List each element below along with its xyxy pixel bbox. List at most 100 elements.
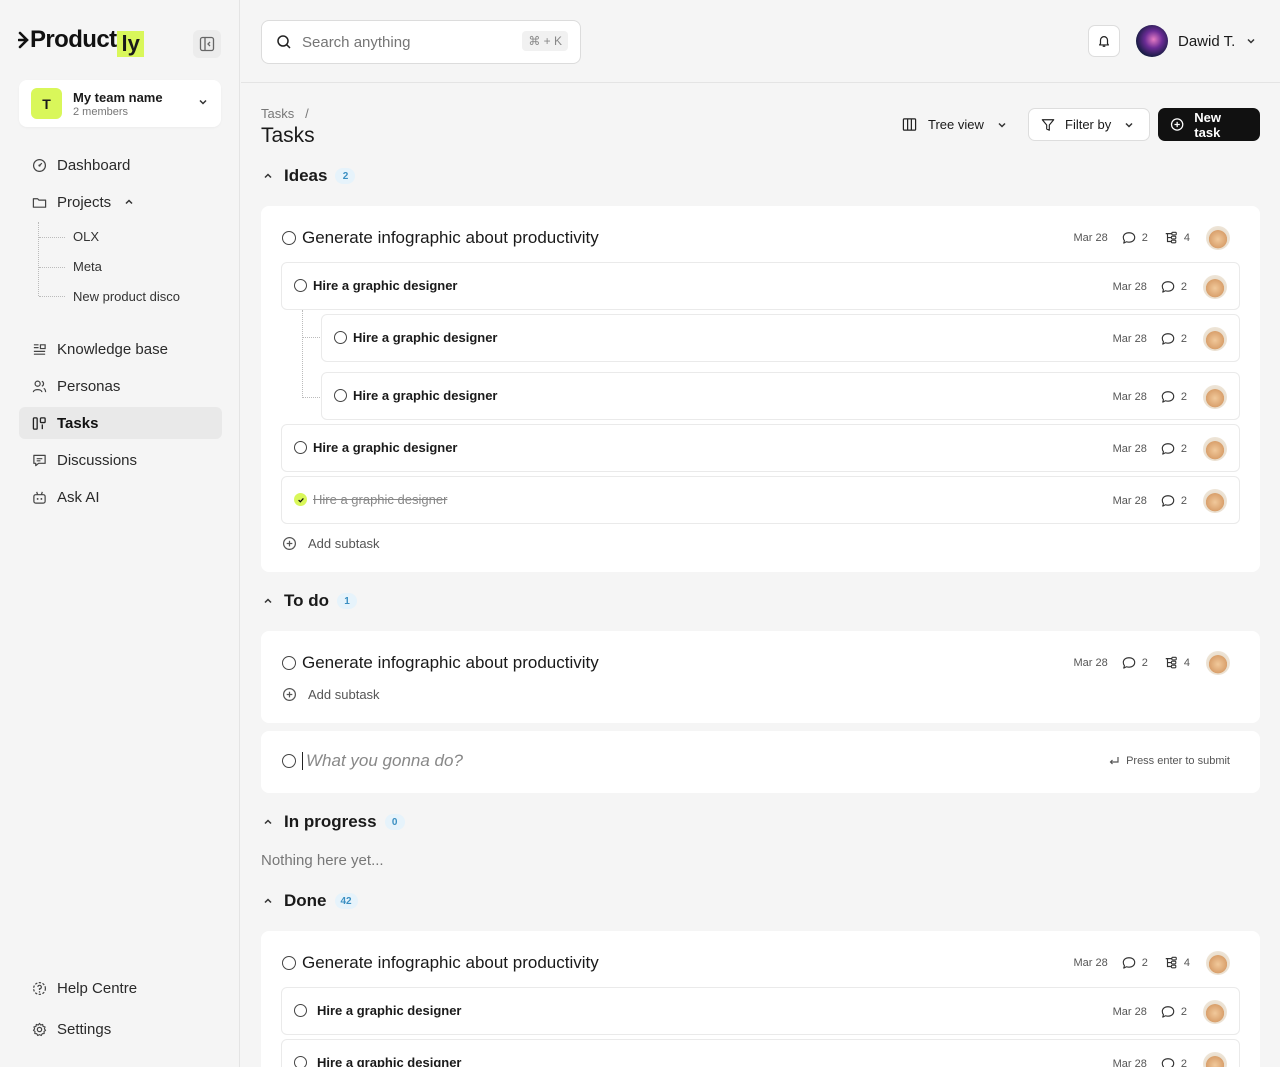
subtask-row-completed[interactable]: Hire a graphic designer Mar 28 2 — [281, 476, 1240, 524]
filter-by-button[interactable]: Filter by — [1028, 108, 1150, 141]
comment-icon — [1161, 391, 1175, 403]
comments-count[interactable]: 2 — [1161, 1057, 1187, 1067]
subtask-row[interactable]: Hire a graphic designer Mar 28 2 — [281, 987, 1240, 1035]
subtask-title: Hire a graphic designer — [317, 1003, 462, 1018]
user-name: Dawid T. — [1178, 32, 1236, 50]
comments-count[interactable]: 2 — [1161, 494, 1187, 508]
subtask-row[interactable]: Hire a graphic designer Mar 28 2 — [281, 1039, 1240, 1067]
subtask-meta: Mar 28 2 — [1113, 275, 1227, 299]
comments-count[interactable]: 2 — [1161, 280, 1187, 294]
subtasks-value: 4 — [1183, 657, 1190, 669]
collapse-sidebar-button[interactable] — [193, 30, 221, 58]
tree-view-dropdown[interactable]: Tree view — [902, 108, 1008, 141]
subtask-label: Hire a graphic designer — [294, 440, 458, 455]
sidebar-item-discussions[interactable]: Discussions — [19, 444, 222, 476]
project-item-meta[interactable]: Meta — [73, 259, 102, 274]
subtasks-count[interactable]: 4 — [1164, 231, 1190, 245]
new-task-button[interactable]: New task — [1158, 108, 1260, 141]
assignee-avatar[interactable] — [1203, 437, 1227, 461]
subtask-row[interactable]: Hire a graphic designer Mar 28 2 — [281, 424, 1240, 472]
task-checkbox[interactable] — [282, 231, 296, 245]
comments-count[interactable]: 2 — [1122, 231, 1148, 245]
comments-value: 2 — [1180, 1058, 1187, 1067]
assignee-avatar[interactable] — [1203, 385, 1227, 409]
sidebar-item-projects[interactable]: Projects — [19, 186, 222, 218]
subtasks-count[interactable]: 4 — [1164, 656, 1190, 670]
sidebar-item-knowledge-base[interactable]: Knowledge base — [19, 333, 222, 365]
assignee-avatar[interactable] — [1206, 226, 1230, 250]
group-title: Done — [284, 891, 327, 910]
app-logo[interactable]: Product ly — [18, 26, 144, 57]
add-subtask-label: Add subtask — [308, 687, 380, 702]
tree-connector — [302, 310, 303, 398]
task-title-row[interactable]: Generate infographic about productivity — [282, 953, 599, 973]
assignee-avatar[interactable] — [1203, 1000, 1227, 1024]
comments-count[interactable]: 2 — [1122, 956, 1148, 970]
group-title: To do — [284, 591, 329, 610]
subtasks-icon — [1165, 956, 1177, 969]
new-task-input[interactable]: What you gonna do? — [282, 751, 463, 771]
breadcrumb[interactable]: Tasks / — [261, 106, 309, 121]
tree-connector — [39, 267, 65, 268]
group-title: In progress — [284, 812, 377, 831]
comments-count[interactable]: 2 — [1161, 1005, 1187, 1019]
add-subtask-button[interactable]: Add subtask — [282, 536, 380, 551]
sidebar-item-ask-ai[interactable]: Ask AI — [19, 481, 222, 513]
comments-value: 2 — [1141, 957, 1148, 969]
subtask-meta: Mar 28 2 — [1113, 437, 1227, 461]
comments-count[interactable]: 2 — [1161, 442, 1187, 456]
add-subtask-button[interactable]: Add subtask — [282, 687, 380, 702]
search-input[interactable] — [302, 33, 502, 51]
folder-icon — [31, 194, 47, 210]
subtask-checkbox[interactable] — [334, 331, 347, 344]
plus-circle-icon — [1170, 118, 1184, 131]
sidebar-item-label: Personas — [57, 377, 121, 395]
sidebar-item-tasks[interactable]: Tasks — [19, 407, 222, 439]
subtask-checkbox[interactable] — [294, 1056, 307, 1067]
task-title-row[interactable]: Generate infographic about productivity — [282, 228, 599, 248]
submit-hint: Press enter to submit — [1108, 755, 1230, 767]
assignee-avatar[interactable] — [1206, 651, 1230, 675]
subtask-checkbox[interactable] — [334, 389, 347, 402]
user-menu[interactable]: Dawid T. — [1136, 25, 1257, 57]
group-title: Ideas — [284, 166, 328, 185]
assignee-avatar[interactable] — [1203, 275, 1227, 299]
subtasks-count[interactable]: 4 — [1164, 956, 1190, 970]
task-checkbox[interactable] — [282, 656, 296, 670]
assignee-avatar[interactable] — [1203, 1052, 1227, 1067]
task-meta: Mar 28 2 4 — [1074, 226, 1230, 250]
sidebar-item-label: Settings — [57, 1020, 112, 1038]
project-item-olx[interactable]: OLX — [73, 229, 99, 244]
subtask-row[interactable]: Hire a graphic designer Mar 28 2 — [321, 372, 1240, 420]
task-title-row[interactable]: Generate infographic about productivity — [282, 653, 599, 673]
sidebar-item-personas[interactable]: Personas — [19, 370, 222, 402]
sidebar-item-dashboard[interactable]: Dashboard — [19, 149, 222, 181]
group-header-todo[interactable]: To do 1 — [262, 591, 357, 611]
comments-value: 2 — [1180, 495, 1187, 507]
subtask-checkbox[interactable] — [294, 279, 307, 292]
search-box[interactable]: ⌘ + K — [261, 20, 581, 64]
team-switcher[interactable]: T My team name 2 members — [19, 80, 221, 127]
assignee-avatar[interactable] — [1206, 951, 1230, 975]
comments-count[interactable]: 2 — [1122, 656, 1148, 670]
task-checkbox[interactable] — [282, 956, 296, 970]
group-header-in-progress[interactable]: In progress 0 — [262, 812, 405, 832]
sidebar-item-settings[interactable]: Settings — [19, 1013, 222, 1045]
task-title: Generate infographic about productivity — [302, 228, 599, 247]
comments-count[interactable]: 2 — [1161, 332, 1187, 346]
group-header-ideas[interactable]: Ideas 2 — [262, 166, 356, 186]
notifications-button[interactable] — [1088, 25, 1120, 57]
assignee-avatar[interactable] — [1203, 489, 1227, 513]
assignee-avatar[interactable] — [1203, 327, 1227, 351]
subtask-checkbox[interactable] — [294, 1004, 307, 1017]
subtask-row[interactable]: Hire a graphic designer Mar 28 2 — [321, 314, 1240, 362]
subtask-row[interactable]: Hire a graphic designer Mar 28 2 — [281, 262, 1240, 310]
project-item-new-product-disco[interactable]: New product disco — [73, 289, 180, 304]
tasks-icon — [31, 415, 47, 431]
subtask-checkbox-checked[interactable] — [294, 493, 307, 506]
group-header-done[interactable]: Done 42 — [262, 891, 358, 911]
task-meta: Mar 28 2 4 — [1074, 651, 1230, 675]
subtask-checkbox[interactable] — [294, 441, 307, 454]
sidebar-item-help-centre[interactable]: Help Centre — [19, 972, 222, 1004]
comments-count[interactable]: 2 — [1161, 390, 1187, 404]
